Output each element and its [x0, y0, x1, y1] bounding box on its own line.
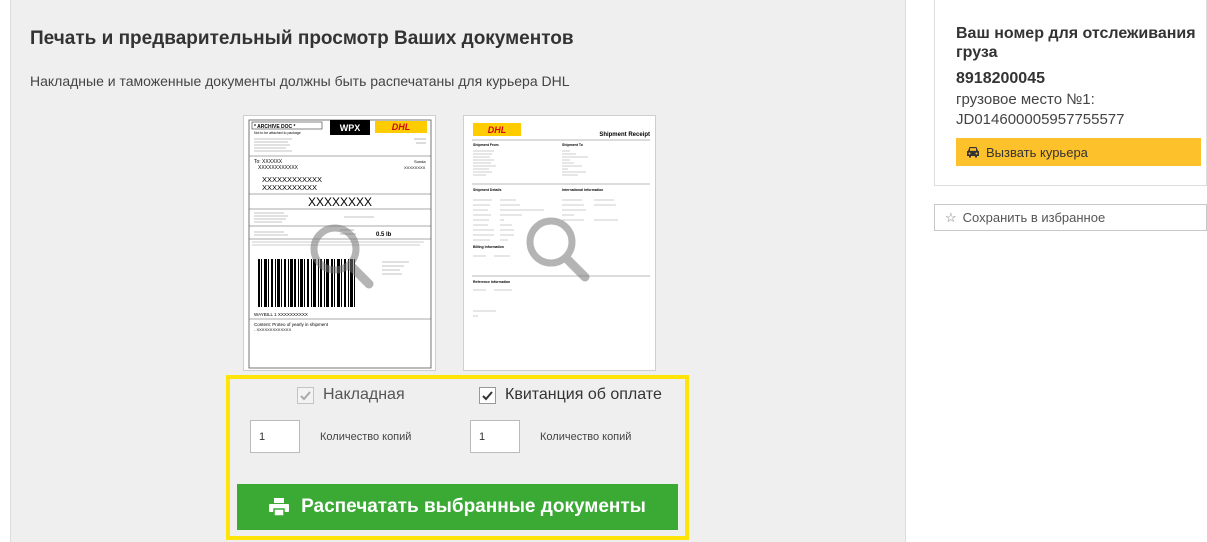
print-selected-button[interactable]: Распечатать выбранные документы: [237, 484, 678, 530]
not-attached-text: Not to be attached to package: [254, 131, 301, 135]
waybill-copies-input[interactable]: [250, 420, 300, 453]
receipt-checkbox-row[interactable]: Квитанция об оплате: [479, 386, 662, 404]
tracking-card: Ваш номер для отслеживания груза 8918200…: [934, 0, 1207, 186]
svg-text:XXXXXXXX: XXXXXXXX: [404, 165, 426, 170]
name-line-2: XXXXXXXXXXX: [262, 183, 317, 192]
check-icon: [300, 390, 311, 400]
receipt-copies-label: Количество копий: [540, 430, 632, 443]
waybill-checkbox-label: Накладная: [323, 386, 405, 403]
call-courier-label: Вызвать курьера: [986, 144, 1088, 160]
save-favorites-label: Сохранить в избранное: [962, 210, 1106, 225]
waybill-checkbox[interactable]: [297, 386, 314, 404]
check-icon: [482, 390, 493, 400]
piece-id: JD014600005957755577: [956, 111, 1125, 128]
shipment-details-label: Shipment Details: [473, 188, 501, 192]
waybill-preview[interactable]: * ARCHIVE DOC * Not to be attached to pa…: [243, 115, 436, 371]
archive-doc-text: * ARCHIVE DOC *: [254, 124, 296, 130]
page-title: Печать и предварительный просмотр Ваших …: [30, 28, 574, 49]
receipt-dhl-logo-text: DHL: [488, 125, 507, 135]
waybill-preview-image: * ARCHIVE DOC * Not to be attached to pa…: [248, 119, 432, 369]
svg-text:Sunda: Sunda: [414, 159, 426, 164]
receipt-preview-image: DHL Shipment Receipt Shipment From Shipm…: [472, 123, 650, 317]
product-code-text: WPX: [340, 123, 361, 133]
tracking-piece: грузовое место №1: JD014600005957755577: [956, 90, 1125, 130]
receipt-title-text: Shipment Receipt: [599, 132, 650, 138]
international-info-label: International Information: [562, 188, 603, 192]
page-subtitle: Накладные и таможенные документы должны …: [30, 73, 570, 89]
svg-text:XXXXXXXXXXXX: XXXXXXXXXXXX: [258, 165, 299, 171]
piece-label: грузовое место №1:: [956, 91, 1095, 108]
print-selected-label: Распечатать выбранные документы: [301, 496, 646, 517]
call-courier-button[interactable]: Вызвать курьера: [956, 138, 1201, 166]
printer-icon: [269, 498, 290, 516]
receipt-checkbox[interactable]: [479, 386, 496, 404]
contents-sub-text: - XXXXXXXXXXXXX: [254, 327, 291, 332]
weight-text: 0.5 lb: [376, 232, 392, 238]
billing-info-label: Billing Information: [473, 245, 504, 249]
save-favorites-button[interactable]: ☆ Сохранить в избранное: [934, 204, 1207, 231]
magnifier-icon: [526, 217, 590, 282]
receipt-copies: Количество копий: [470, 420, 631, 453]
car-icon: [966, 146, 980, 158]
star-icon: ☆: [945, 209, 957, 225]
dhl-logo-text: DHL: [392, 122, 411, 132]
waybill-checkbox-row[interactable]: Накладная: [297, 386, 405, 404]
reference-info-label: Reference Information: [473, 280, 510, 284]
waybill-number-text: WAYBILL 1 XXXXXXXXXX: [254, 312, 308, 317]
shipment-from-label: Shipment From: [473, 143, 499, 147]
big-code-text: XXXXXXXX: [308, 195, 372, 209]
waybill-copies-label: Количество копий: [320, 430, 412, 443]
tracking-number: 8918200045: [956, 70, 1045, 87]
receipt-checkbox-label: Квитанция об оплате: [505, 386, 662, 403]
receipt-copies-input[interactable]: [470, 420, 520, 453]
tracking-title: Ваш номер для отслеживания груза: [956, 25, 1196, 61]
waybill-copies: Количество копий: [250, 420, 411, 453]
receipt-preview[interactable]: DHL Shipment Receipt Shipment From Shipm…: [463, 115, 656, 371]
shipment-to-label: Shipment To: [562, 143, 583, 147]
